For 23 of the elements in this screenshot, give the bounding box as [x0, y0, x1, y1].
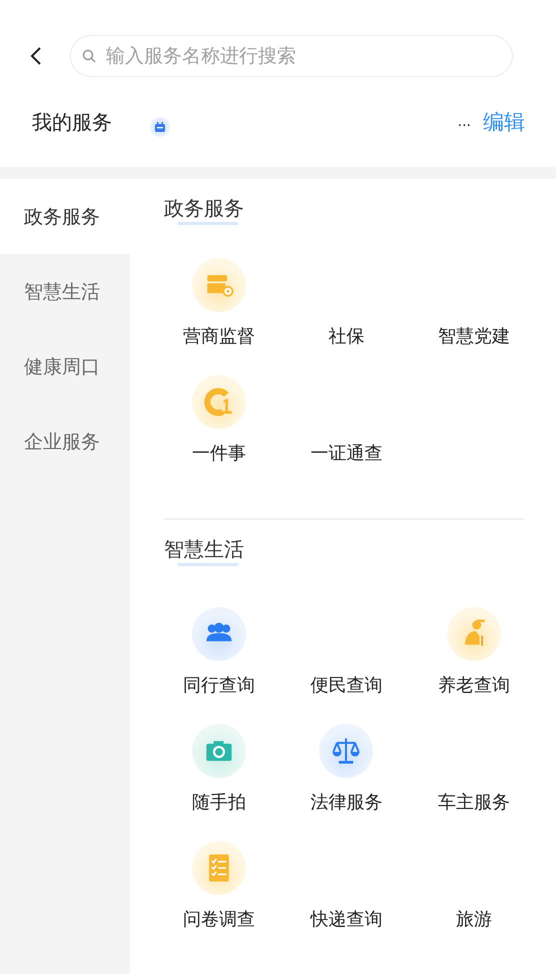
- service-label[interactable]: 同行查询: [182, 673, 255, 697]
- sidebar-item[interactable]: 企业服务: [0, 404, 130, 479]
- service-label[interactable]: 一件事: [192, 441, 246, 465]
- service-label[interactable]: 旅游: [456, 907, 492, 931]
- service-label[interactable]: 便民查询: [310, 673, 382, 697]
- sidebar-item[interactable]: 智慧生活: [0, 254, 130, 329]
- service-label[interactable]: 社保: [328, 324, 364, 348]
- more-text: ...: [458, 114, 471, 130]
- service-label[interactable]: 车主服务: [438, 790, 510, 814]
- sidebar-item[interactable]: 政务服务: [0, 179, 130, 254]
- service-label[interactable]: 法律服务: [310, 790, 382, 814]
- service-label[interactable]: 智慧党建: [438, 324, 510, 348]
- service-label[interactable]: 问卷调查: [182, 907, 255, 931]
- search-field[interactable]: 输入服务名称进行搜索: [70, 35, 513, 77]
- calendar-icon: [150, 117, 170, 137]
- sidebar-item[interactable]: 健康周口: [0, 329, 130, 404]
- service-label[interactable]: 养老查询: [438, 673, 510, 697]
- service-label[interactable]: 随手拍: [192, 790, 246, 814]
- service-label[interactable]: 快递查询: [310, 907, 382, 931]
- service-label[interactable]: 一证通查: [310, 441, 382, 465]
- search-icon: [82, 49, 96, 63]
- service-label[interactable]: 营商监督: [182, 324, 255, 348]
- section-title: 我的服务: [32, 108, 112, 136]
